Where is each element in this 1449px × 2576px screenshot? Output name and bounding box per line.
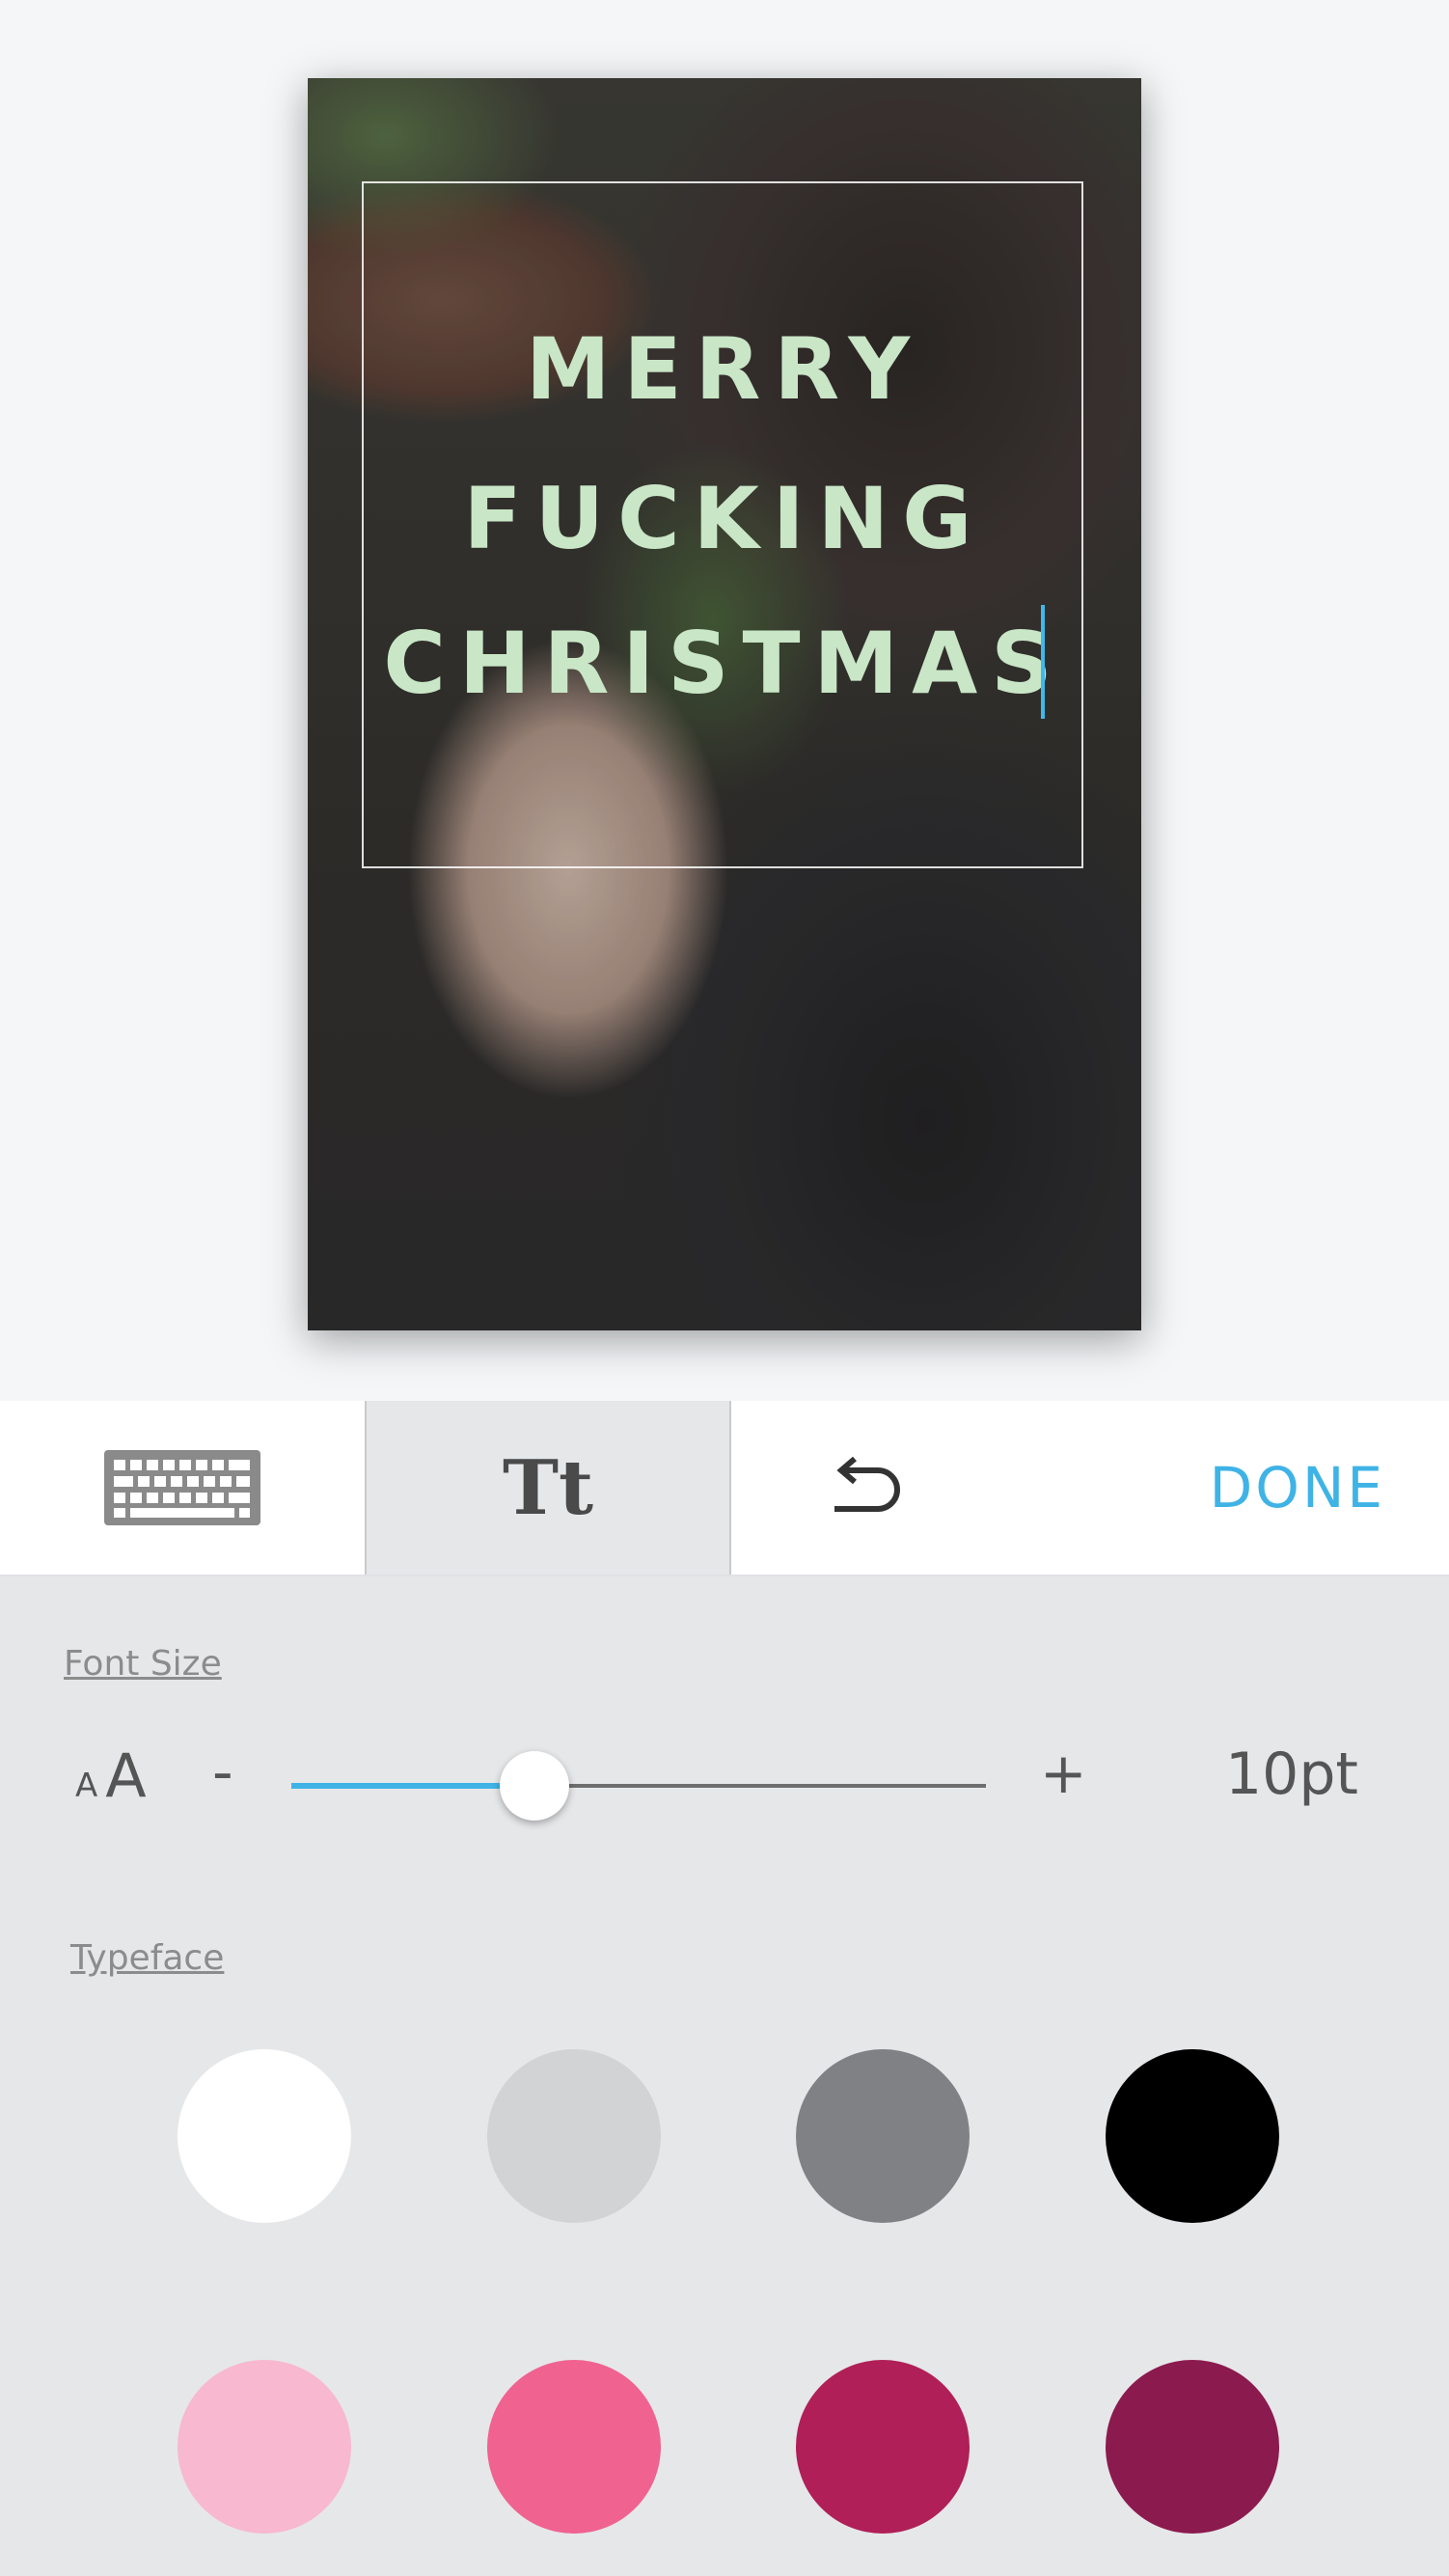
canvas-area: MERRY FUCKING CHRISTMAS: [0, 0, 1449, 1401]
card-preview[interactable]: MERRY FUCKING CHRISTMAS: [308, 78, 1141, 1330]
undo-button[interactable]: [731, 1401, 1001, 1575]
text-caret: [1041, 605, 1045, 719]
typeface-tab-label: Tt: [502, 1443, 594, 1532]
color-swatch[interactable]: [178, 2360, 351, 2534]
font-size-heading: Font Size: [64, 1644, 222, 1684]
done-button[interactable]: DONE: [1210, 1401, 1385, 1575]
card-text-line-2[interactable]: FUCKING: [308, 477, 1141, 562]
undo-icon: [834, 1457, 900, 1512]
color-swatch[interactable]: [487, 2049, 661, 2223]
increase-size-button[interactable]: +: [1040, 1740, 1087, 1806]
color-swatch[interactable]: [178, 2049, 351, 2223]
keyboard-icon: [104, 1450, 260, 1525]
font-size-icon: AA: [75, 1740, 147, 1811]
text-settings-panel: Font Size AA - + 10pt Typeface: [0, 1576, 1449, 2576]
font-size-slider[interactable]: [291, 1751, 986, 1821]
card-text-line-1[interactable]: MERRY: [308, 327, 1141, 412]
editor-toolbar: Tt DONE: [0, 1401, 1449, 1576]
typeface-heading: Typeface: [70, 1938, 225, 1978]
font-size-value: 10pt: [1225, 1740, 1358, 1808]
color-swatch[interactable]: [796, 2049, 970, 2223]
decrease-size-button[interactable]: -: [212, 1739, 233, 1806]
color-swatch[interactable]: [1106, 2360, 1279, 2534]
color-swatch[interactable]: [796, 2360, 970, 2534]
typeface-tab[interactable]: Tt: [365, 1401, 731, 1575]
card-text-line-3[interactable]: CHRISTMAS: [308, 621, 1141, 706]
slider-thumb[interactable]: [500, 1751, 569, 1821]
color-swatch[interactable]: [1106, 2049, 1279, 2223]
keyboard-button[interactable]: [0, 1401, 365, 1575]
slider-fill: [291, 1783, 534, 1789]
color-swatch[interactable]: [487, 2360, 661, 2534]
